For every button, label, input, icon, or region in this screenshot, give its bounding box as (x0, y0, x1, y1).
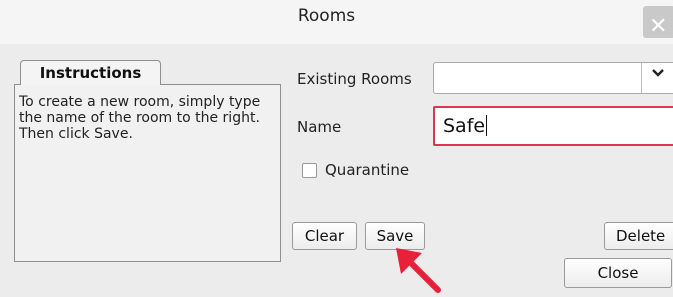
existing-rooms-label: Existing Rooms (297, 70, 412, 88)
tab-instructions[interactable]: Instructions (20, 60, 161, 85)
select-divider (641, 63, 642, 93)
name-value: Safe (443, 115, 486, 137)
text-caret (486, 115, 488, 136)
chevron-down-svg (652, 69, 664, 77)
window-title: Rooms (297, 6, 356, 26)
clear-button[interactable]: Clear (292, 222, 357, 250)
name-label: Name (297, 118, 342, 136)
chevron-down-icon[interactable] (651, 64, 665, 83)
name-field[interactable]: Safe (433, 106, 673, 146)
quarantine-label: Quarantine (325, 161, 410, 179)
delete-button[interactable]: Delete (604, 222, 673, 250)
annotation-arrow-icon (396, 248, 441, 293)
close-button[interactable]: Close (564, 258, 672, 288)
instructions-text: To create a new room, simply type the na… (19, 94, 261, 142)
close-icon[interactable]: ✕ (643, 6, 673, 38)
quarantine-checkbox[interactable] (302, 163, 317, 178)
existing-rooms-select[interactable] (433, 62, 673, 94)
